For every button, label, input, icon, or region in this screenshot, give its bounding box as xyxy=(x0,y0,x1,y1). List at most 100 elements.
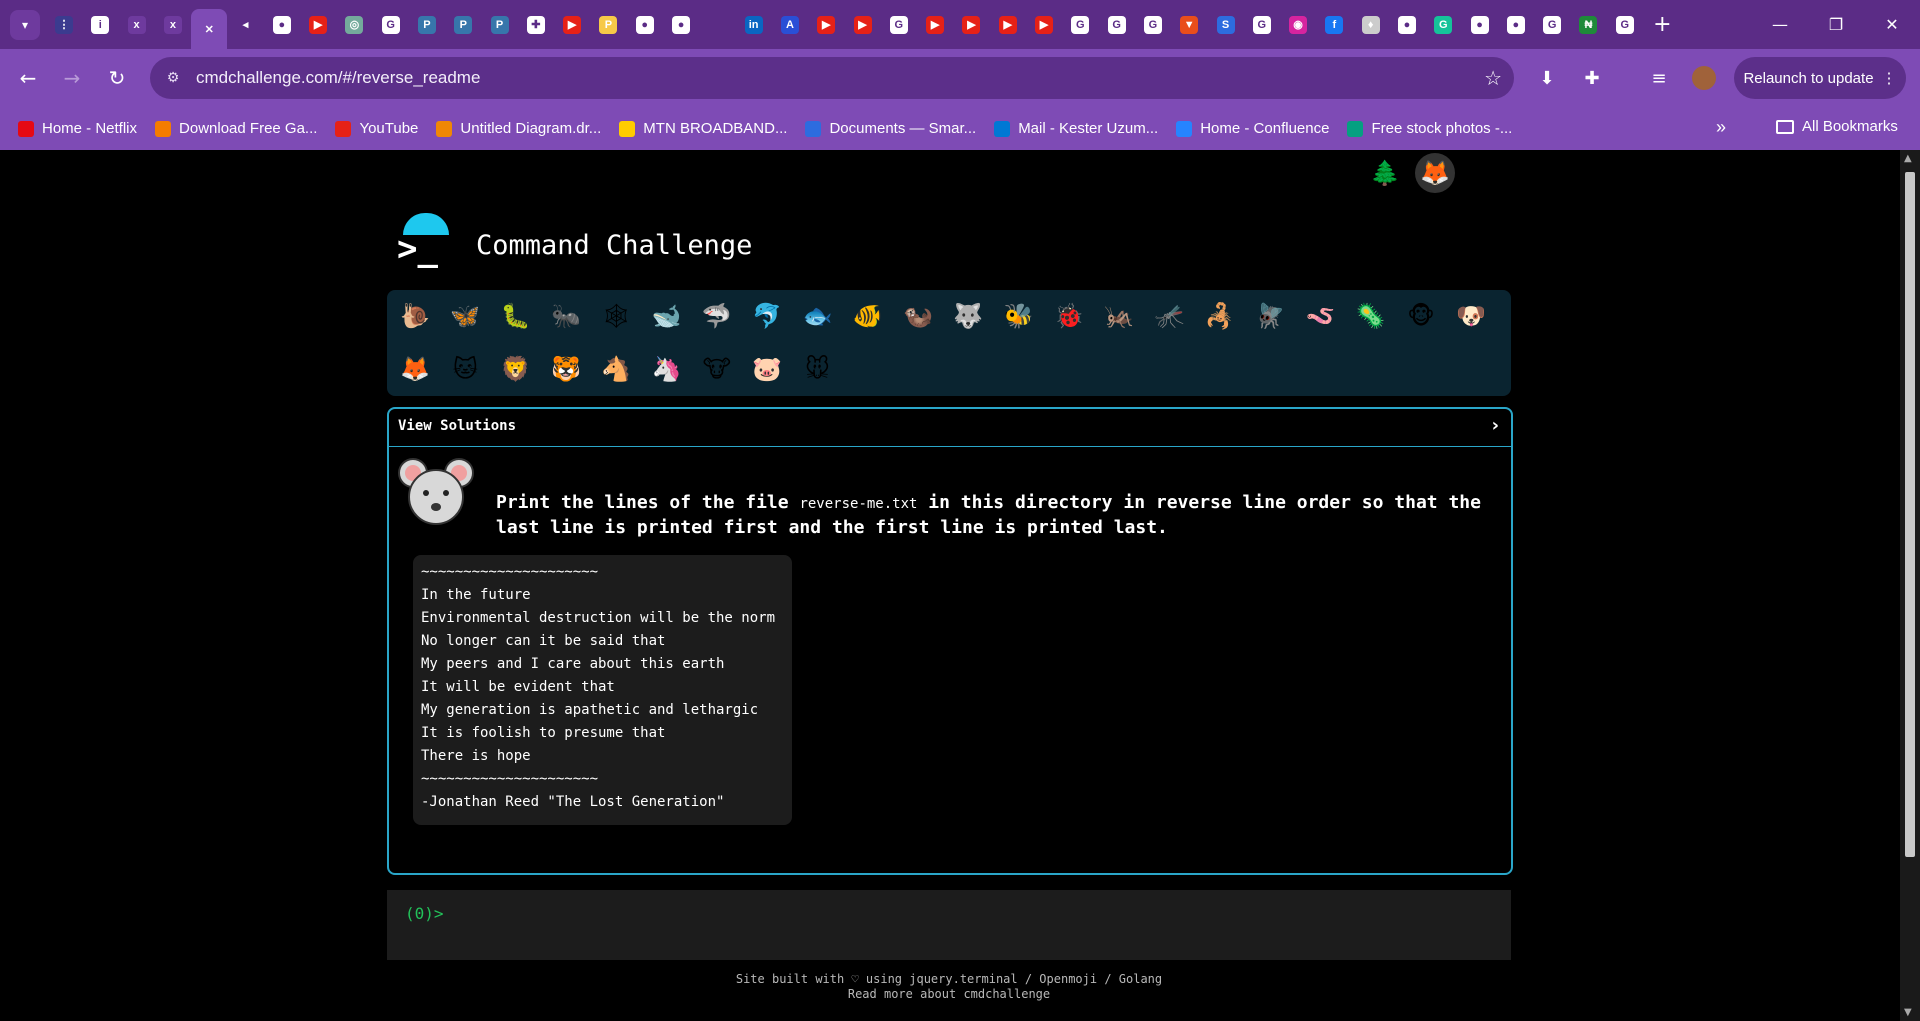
tropical-fish-icon[interactable]: 🐠 xyxy=(848,296,888,336)
browser-tab[interactable]: G xyxy=(1607,7,1643,43)
download-icon[interactable]: ⬇ xyxy=(1533,64,1561,92)
browser-tab[interactable]: x xyxy=(119,7,155,43)
new-tab-button[interactable]: + xyxy=(1653,12,1671,37)
terminal-prompt[interactable]: (0)> xyxy=(405,904,444,923)
shush-emoji-icon[interactable]: 😗 xyxy=(1315,153,1355,193)
browser-tab[interactable]: ● xyxy=(663,7,699,43)
ant-icon[interactable]: 🐜 xyxy=(546,296,586,336)
browser-tab[interactable]: ₦ xyxy=(1570,7,1606,43)
minimize-icon[interactable]: — xyxy=(1752,0,1808,49)
browser-tab[interactable]: A xyxy=(772,7,808,43)
browser-tab[interactable]: ◂ xyxy=(227,7,263,43)
fox-icon[interactable]: 🦊 xyxy=(395,349,435,389)
bookmark-item[interactable]: YouTube xyxy=(335,120,418,137)
browser-tab[interactable]: x xyxy=(155,7,191,43)
view-solutions-header[interactable]: View Solutions › xyxy=(389,409,1511,447)
browser-tab[interactable]: ▶ xyxy=(845,7,881,43)
mouse-icon[interactable]: 🐭 xyxy=(797,349,837,389)
restore-icon[interactable]: ❐ xyxy=(1808,0,1864,49)
browser-tab[interactable]: ⋮ xyxy=(46,7,82,43)
browser-tab[interactable]: ● xyxy=(1462,7,1498,43)
bookmark-item[interactable]: Home - Confluence xyxy=(1176,120,1329,137)
browser-tab[interactable]: f xyxy=(1316,7,1352,43)
scroll-down-icon[interactable]: ▼ xyxy=(1904,1007,1912,1018)
scroll-up-icon[interactable]: ▲ xyxy=(1904,153,1912,164)
bookmark-item[interactable]: Mail - Kester Uzum... xyxy=(994,120,1158,137)
browser-tab[interactable]: G xyxy=(1425,7,1461,43)
worm-icon[interactable]: 🪱 xyxy=(1300,296,1340,336)
bookmark-item[interactable]: Documents — Smar... xyxy=(805,120,976,137)
tree-icon[interactable]: 🌲 xyxy=(1365,153,1405,193)
browser-tab[interactable]: ◉ xyxy=(1280,7,1316,43)
browser-tab[interactable]: G xyxy=(881,7,917,43)
page-scrollbar[interactable]: ▲ ▼ xyxy=(1900,150,1920,1021)
browser-tab[interactable]: G xyxy=(1534,7,1570,43)
back-icon[interactable]: ← xyxy=(14,64,42,92)
pig-icon[interactable]: 🐷 xyxy=(747,349,787,389)
bookmark-item[interactable]: MTN BROADBAND... xyxy=(619,120,787,137)
site-info-icon[interactable]: ⚙ xyxy=(162,67,184,89)
browser-tab[interactable]: P xyxy=(590,7,626,43)
bookmark-item[interactable]: Untitled Diagram.dr... xyxy=(436,120,601,137)
shark-icon[interactable]: 🦈 xyxy=(697,296,737,336)
browser-tab[interactable]: P xyxy=(445,7,481,43)
forward-icon[interactable]: → xyxy=(58,64,86,92)
browser-tab[interactable]: G xyxy=(1244,7,1280,43)
browser-tab[interactable]: G xyxy=(373,7,409,43)
browser-tab[interactable]: S xyxy=(1208,7,1244,43)
lion-icon[interactable]: 🦁 xyxy=(496,349,536,389)
dog-icon[interactable]: 🐶 xyxy=(1451,296,1491,336)
microbe-icon[interactable]: 🦠 xyxy=(1351,296,1391,336)
scrollbar-thumb[interactable] xyxy=(1905,172,1915,857)
browser-tab[interactable]: i xyxy=(82,7,118,43)
cat-icon[interactable]: 🐱 xyxy=(445,349,485,389)
extensions-icon[interactable]: ✚ xyxy=(1578,64,1606,92)
browser-tab[interactable]: ● xyxy=(1389,7,1425,43)
terminal[interactable]: (0)> xyxy=(387,890,1511,960)
otter-icon[interactable]: 🦦 xyxy=(898,296,938,336)
browser-tab[interactable]: in xyxy=(736,7,772,43)
browser-tab[interactable]: G xyxy=(1099,7,1135,43)
mail-icon[interactable]: ✉ xyxy=(1465,153,1505,193)
browser-tab[interactable]: ● xyxy=(627,7,663,43)
whale-icon[interactable]: 🐋 xyxy=(647,296,687,336)
browser-tab[interactable]: ▶ xyxy=(808,7,844,43)
bug-icon[interactable]: 🐛 xyxy=(496,296,536,336)
snail-icon[interactable]: 🐌 xyxy=(395,296,435,336)
ladybug-icon[interactable]: 🐞 xyxy=(1049,296,1089,336)
view-solutions-label[interactable]: View Solutions xyxy=(398,418,516,434)
browser-tab[interactable]: ✚ xyxy=(518,7,554,43)
dolphin-icon[interactable]: 🐬 xyxy=(747,296,787,336)
browser-tab[interactable]: ▶ xyxy=(300,7,336,43)
browser-tab[interactable]: ▶ xyxy=(1026,7,1062,43)
butterfly-icon[interactable]: 🦋 xyxy=(445,296,485,336)
browser-tab[interactable]: P xyxy=(409,7,445,43)
tab-search-button[interactable]: ▾ xyxy=(10,9,40,40)
browser-tab[interactable] xyxy=(699,7,735,43)
tiger-icon[interactable]: 🐯 xyxy=(546,349,586,389)
bookmark-item[interactable]: Download Free Ga... xyxy=(155,120,317,137)
monkey-icon[interactable]: 🐵 xyxy=(1401,296,1441,336)
browser-tab[interactable]: P xyxy=(482,7,518,43)
fish-icon[interactable]: 🐟 xyxy=(797,296,837,336)
relaunch-button[interactable]: Relaunch to update ⋮ xyxy=(1734,57,1906,99)
browser-tab[interactable]: G xyxy=(1062,7,1098,43)
close-window-icon[interactable]: ✕ xyxy=(1864,0,1920,49)
browser-tab[interactable]: ▼ xyxy=(1171,7,1207,43)
browser-tab[interactable]: G xyxy=(1135,7,1171,43)
unicorn-icon[interactable]: 🦄 xyxy=(647,349,687,389)
wolf-icon[interactable]: 🐺 xyxy=(948,296,988,336)
footer-read-more-link[interactable]: Read more about cmdchallenge xyxy=(387,987,1511,1002)
chevron-right-icon[interactable]: › xyxy=(1492,415,1499,436)
browser-tab[interactable]: ▶ xyxy=(554,7,590,43)
browser-tab[interactable]: ● xyxy=(1498,7,1534,43)
mosquito-icon[interactable]: 🦟 xyxy=(1150,296,1190,336)
terminal-icon[interactable]: ≻ xyxy=(1265,153,1305,193)
browser-tab[interactable]: ♦ xyxy=(1353,7,1389,43)
bee-icon[interactable]: 🐝 xyxy=(999,296,1039,336)
browser-tab[interactable]: ▶ xyxy=(917,7,953,43)
browser-tab[interactable]: ▶ xyxy=(953,7,989,43)
fly-icon[interactable]: 🪰 xyxy=(1250,296,1290,336)
browser-tab[interactable]: ◎ xyxy=(336,7,372,43)
address-bar[interactable]: ⚙ cmdchallenge.com/#/reverse_readme ☆ xyxy=(150,57,1514,99)
